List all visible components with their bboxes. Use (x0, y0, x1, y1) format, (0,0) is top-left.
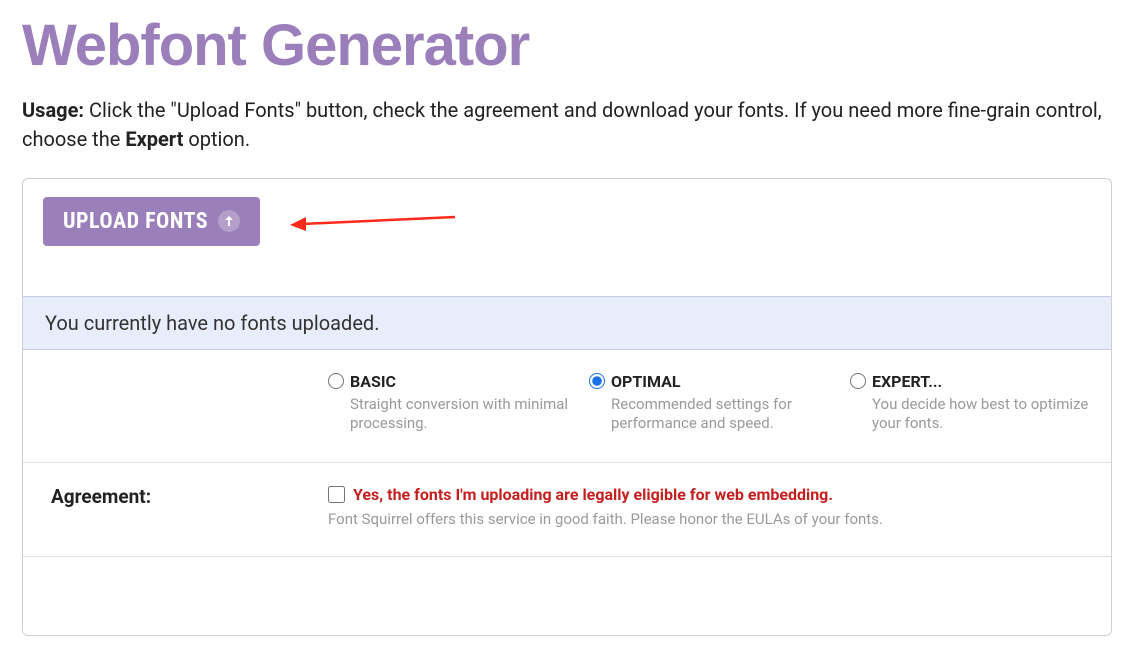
radio-optimal-label[interactable]: OPTIMAL (611, 372, 681, 391)
radio-basic-label[interactable]: BASIC (350, 372, 396, 391)
option-optimal: OPTIMAL Recommended settings for perform… (589, 372, 850, 434)
agreement-checkbox[interactable] (328, 486, 345, 503)
bottom-spacer (23, 557, 1111, 635)
status-message: You currently have no fonts uploaded. (23, 296, 1111, 350)
radio-optimal[interactable] (589, 373, 605, 389)
usage-label: Usage: (22, 98, 84, 122)
option-expert: EXPERT... You decide how best to optimiz… (850, 372, 1111, 434)
upload-icon (218, 210, 240, 232)
upload-fonts-button[interactable]: UPLOAD FONTS (43, 197, 260, 246)
radio-expert[interactable] (850, 373, 866, 389)
upload-section: UPLOAD FONTS (23, 179, 1111, 296)
conversion-options: BASIC Straight conversion with minimal p… (23, 350, 1111, 463)
option-basic: BASIC Straight conversion with minimal p… (328, 372, 589, 434)
usage-text: Usage: Click the "Upload Fonts" button, … (22, 96, 1112, 154)
option-expert-desc: You decide how best to optimize your fon… (850, 395, 1091, 434)
upload-button-label: UPLOAD FONTS (63, 209, 208, 234)
annotation-arrow-icon (290, 209, 455, 233)
radio-expert-label[interactable]: EXPERT... (872, 372, 942, 391)
page-title: Webfont Generator (22, 14, 1112, 78)
radio-basic[interactable] (328, 373, 344, 389)
agreement-note: Font Squirrel offers this service in goo… (328, 510, 1111, 528)
option-basic-desc: Straight conversion with minimal process… (328, 395, 569, 434)
usage-expert-word: Expert (125, 127, 183, 151)
agreement-section-label: Agreement: (51, 485, 151, 508)
usage-part2: option. (183, 127, 250, 151)
agreement-checkbox-label[interactable]: Yes, the fonts I'm uploading are legally… (353, 485, 833, 504)
main-panel: UPLOAD FONTS You currently have no fonts… (22, 178, 1112, 636)
agreement-section: Agreement: Yes, the fonts I'm uploading … (23, 463, 1111, 557)
option-optimal-desc: Recommended settings for performance and… (589, 395, 830, 434)
